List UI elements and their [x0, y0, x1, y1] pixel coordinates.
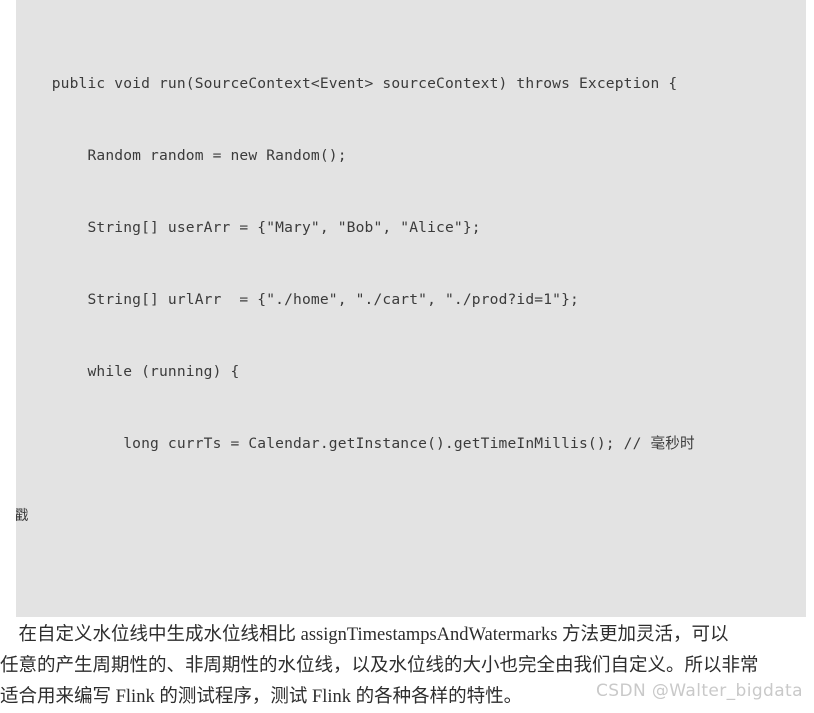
- code-block: public void run(SourceContext<Event> sou…: [16, 0, 806, 617]
- paragraph-line: 在自定义水位线中生成水位线相比 assignTimestampsAndWater…: [0, 625, 729, 645]
- page-root: public void run(SourceContext<Event> sou…: [0, 0, 814, 711]
- code-line-wrapped: 间戳: [16, 508, 29, 524]
- code-line: public void run(SourceContext<Event> sou…: [16, 75, 678, 92]
- paragraph-line: 任意的产生周期性的、非周期性的水位线，以及水位线的大小也完全由我们自定义。所以非…: [0, 656, 759, 676]
- code-line: long currTs = Calendar.getInstance().get…: [16, 435, 695, 452]
- csdn-watermark: CSDN @Walter_bigdata: [596, 681, 803, 701]
- code-line: String[] urlArr = {"./home", "./cart", "…: [16, 291, 579, 308]
- code-line: while (running) {: [16, 363, 240, 380]
- code-block-content: public void run(SourceContext<Event> sou…: [16, 0, 806, 617]
- code-line: Random random = new Random();: [16, 147, 347, 164]
- code-line: String[] userArr = {"Mary", "Bob", "Alic…: [16, 219, 481, 236]
